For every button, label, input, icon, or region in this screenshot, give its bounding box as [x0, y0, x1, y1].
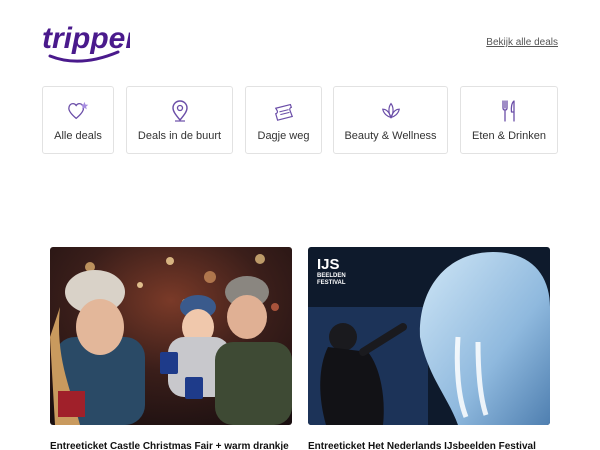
category-all-deals[interactable]: Alle deals [42, 86, 114, 154]
deal-card[interactable]: IJS BEELDEN FESTIVAL Entreeticket Het Ne… [308, 247, 550, 450]
category-label: Beauty & Wellness [344, 130, 437, 142]
deal-title[interactable]: Entreeticket Het Nederlands IJsbeelden F… [308, 441, 550, 450]
heart-star-icon [67, 100, 89, 122]
category-label: Eten & Drinken [472, 130, 546, 142]
category-food-drinks[interactable]: Eten & Drinken [460, 86, 558, 154]
lotus-icon [380, 100, 402, 122]
category-label: Deals in de buurt [137, 130, 222, 142]
location-pin-icon [169, 100, 191, 122]
category-beauty-wellness[interactable]: Beauty & Wellness [333, 86, 448, 154]
category-label: Dagje weg [257, 130, 310, 142]
tripper-logo[interactable]: tripper [40, 16, 139, 66]
svg-text:BEELDEN: BEELDEN [317, 273, 346, 279]
category-nearby[interactable]: Deals in de buurt [126, 86, 233, 154]
deal-image-christmas-fair[interactable] [50, 247, 292, 425]
deal-title[interactable]: Entreeticket Castle Christmas Fair + war… [50, 441, 292, 450]
category-nav: Alle deals Deals in de buurt Dagje weg B… [42, 86, 558, 154]
deal-card[interactable]: Entreeticket Castle Christmas Fair + war… [50, 247, 292, 450]
logo-text: tripper [42, 22, 130, 55]
category-label: Alle deals [54, 130, 102, 142]
ticket-icon [273, 100, 295, 122]
deal-image-ice-sculpture-festival[interactable]: IJS BEELDEN FESTIVAL [308, 247, 550, 425]
category-day-out[interactable]: Dagje weg [245, 86, 322, 154]
svg-text:IJS: IJS [317, 256, 340, 273]
view-all-deals-link[interactable]: Bekijk alle deals [486, 37, 558, 48]
svg-text:FESTIVAL: FESTIVAL [317, 280, 346, 286]
cutlery-icon [498, 100, 520, 122]
